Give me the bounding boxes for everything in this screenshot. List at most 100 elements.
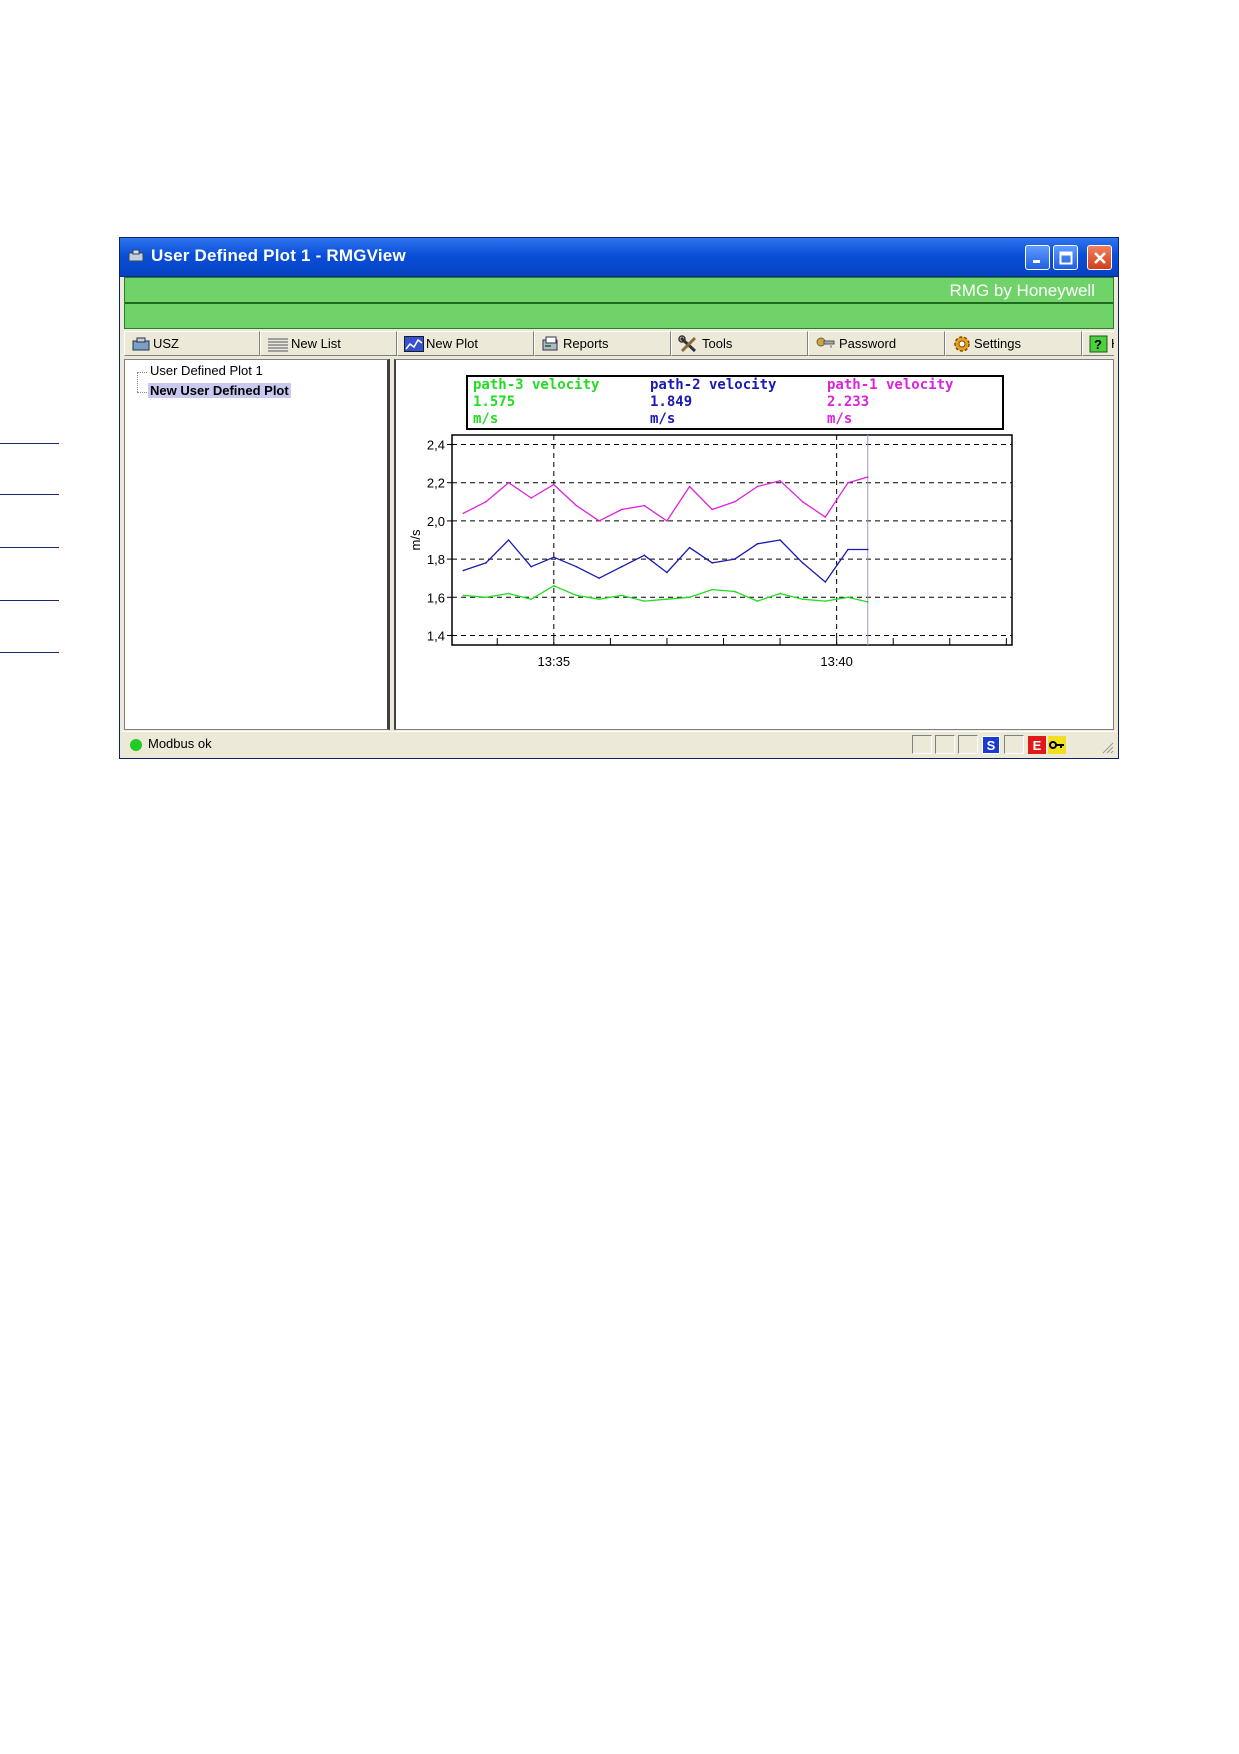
data-point [711, 562, 714, 564]
title-bar[interactable]: User Defined Plot 1 - RMGView [120, 238, 1118, 277]
close-icon [1093, 251, 1106, 264]
data-point [688, 485, 691, 488]
data-point [575, 594, 578, 597]
data-point [688, 596, 691, 599]
status-text: Modbus ok [148, 736, 212, 751]
gear-icon [954, 335, 970, 352]
data-point [462, 569, 465, 572]
y-tick-label: 2,2 [427, 476, 445, 491]
app-window: User Defined Plot 1 - RMGView RMG by Hon… [119, 237, 1119, 759]
data-point [688, 546, 691, 549]
data-point [801, 598, 804, 600]
service-badge[interactable]: S [982, 736, 1000, 754]
data-point [801, 501, 804, 503]
tree-item-new-user-defined-plot[interactable]: New User Defined Plot [148, 383, 291, 398]
data-point [507, 539, 510, 541]
data-point [756, 600, 759, 602]
key-icon [816, 337, 835, 348]
x-tick-label: 13:40 [820, 654, 853, 669]
data-point [847, 596, 849, 599]
report-icon [542, 336, 558, 350]
toolbar-reports-label: Reports [563, 336, 609, 351]
data-point [575, 504, 578, 507]
data-point [734, 501, 736, 503]
data-point [507, 481, 510, 484]
plot-frame [451, 434, 1013, 646]
plot-area: 1,4 1,6 1,8 2,0 2,2 2,4 13:35 13:40 m/s path-3 v… [394, 359, 1114, 730]
margin-rule [0, 652, 59, 653]
banner-divider [125, 302, 1113, 304]
data-point [530, 565, 532, 568]
toolbar-help-label: H [1111, 336, 1114, 351]
data-point [847, 548, 849, 551]
data-point [666, 598, 668, 600]
data-point [620, 565, 623, 568]
margin-rule [0, 494, 59, 495]
status-cell [1004, 735, 1024, 754]
device-icon [132, 337, 150, 350]
data-point [734, 558, 736, 560]
minimize-icon [1032, 259, 1040, 263]
x-tick-label: 13:35 [538, 654, 571, 669]
tree-item-user-defined-plot-1[interactable]: User Defined Plot 1 [148, 363, 265, 378]
resize-grip-icon[interactable] [1102, 742, 1114, 754]
tree-connector [137, 372, 147, 373]
data-point [643, 504, 646, 507]
data-point [530, 598, 532, 600]
data-point [866, 476, 869, 478]
data-point [824, 581, 827, 583]
data-point [756, 543, 759, 545]
toolbar-settings-button[interactable]: Settings [945, 331, 1082, 356]
data-point [824, 516, 827, 518]
toolbar-tools-button[interactable]: Tools [671, 331, 808, 356]
margin-rule [0, 443, 59, 444]
data-point [824, 600, 827, 602]
data-point [553, 556, 555, 558]
toolbar-new-plot-button[interactable]: New Plot [397, 331, 534, 356]
y-tick-label: 2,4 [427, 438, 445, 453]
legend-series-unit: m/s [473, 411, 499, 427]
legend-entry: path-3 velocity 1.575 m/s [473, 377, 599, 428]
data-point [643, 554, 646, 557]
error-badge[interactable]: E [1028, 736, 1046, 754]
toolbar-new-list-button[interactable]: New List [260, 331, 397, 356]
toolbar-reports-button[interactable]: Reports [534, 331, 671, 356]
legend-series-unit: m/s [827, 411, 853, 427]
help-icon: ? [1089, 335, 1108, 352]
data-point [598, 577, 600, 579]
data-point [575, 565, 578, 568]
status-cell [935, 735, 955, 754]
app-icon [128, 249, 144, 262]
toolbar-password-button[interactable]: Password [808, 331, 945, 356]
toolbar-new-plot-label: New Plot [426, 336, 479, 351]
legend-series-value: 1.849 [650, 394, 693, 410]
key-status-icon[interactable] [1048, 736, 1066, 754]
data-point [553, 483, 555, 486]
data-point [711, 588, 714, 591]
data-point [462, 512, 465, 515]
key-icon [1049, 741, 1064, 749]
data-point [462, 594, 465, 597]
data-point [666, 520, 668, 522]
y-tick-label: 2,0 [427, 514, 445, 529]
main-toolbar: USZ New List New Plot Reports Tools Pass… [124, 331, 1114, 357]
brand-label: RMG by Honeywell [949, 281, 1096, 300]
minimize-button[interactable] [1025, 245, 1050, 270]
toolbar-help-button[interactable]: ? H [1082, 331, 1114, 356]
data-point [598, 520, 600, 522]
status-ok-icon [130, 739, 142, 751]
data-point [643, 600, 646, 602]
legend-series-value: 2.233 [827, 394, 870, 410]
toolbar-usz-button[interactable]: USZ [124, 331, 260, 356]
y-tick-label: 1,4 [427, 628, 445, 643]
legend-entry: path-1 velocity 2.233 m/s [827, 377, 953, 428]
close-button[interactable] [1087, 245, 1112, 270]
legend-entry: path-2 velocity 1.849 m/s [650, 377, 776, 428]
window-title: User Defined Plot 1 - RMGView [151, 246, 406, 265]
maximize-button[interactable] [1053, 245, 1078, 270]
legend-series-name: path-1 velocity [827, 377, 954, 393]
svg-text:?: ? [1094, 337, 1102, 352]
data-point [553, 585, 555, 587]
data-point [734, 590, 736, 593]
legend-series-value: 1.575 [473, 394, 516, 410]
